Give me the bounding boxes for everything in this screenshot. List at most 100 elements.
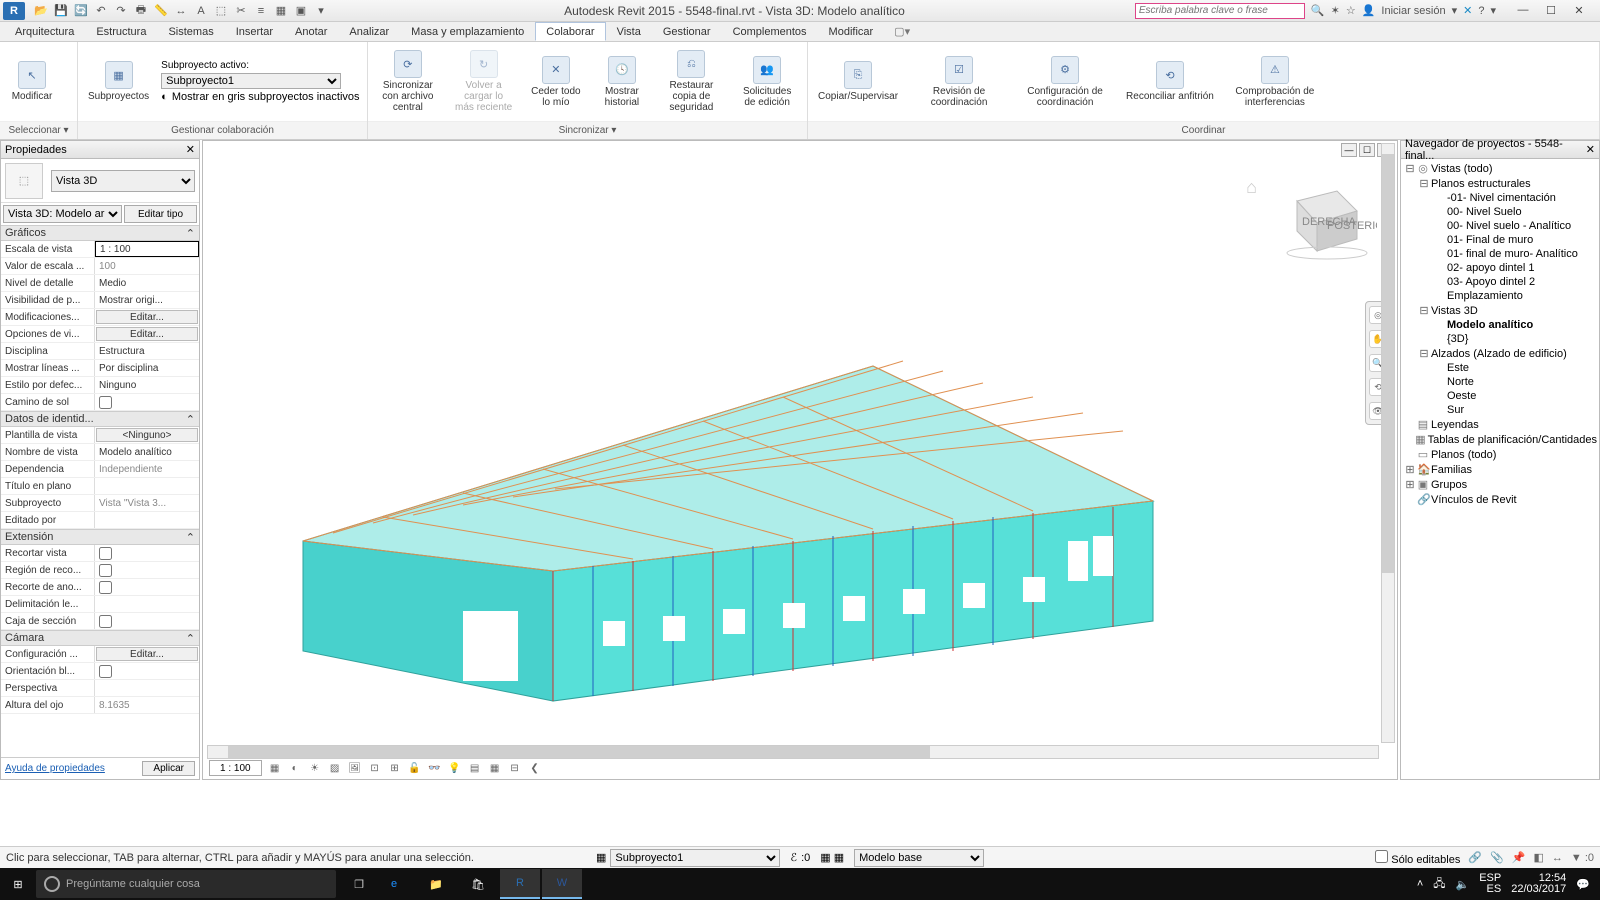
worksets-button[interactable]: ▦ Subproyectos <box>84 59 153 104</box>
tree-item[interactable]: -01- Nivel cimentación <box>1401 191 1599 205</box>
home-icon[interactable]: ⌂ <box>1246 177 1257 198</box>
node-alzados[interactable]: ⊟Alzados (Alzado de edificio) <box>1401 346 1599 361</box>
row-disciplina[interactable]: DisciplinaEstructura <box>1 343 199 360</box>
row-lineas[interactable]: Mostrar líneas ...Por disciplina <box>1 360 199 377</box>
filter-icon[interactable]: ▼ :0 <box>1571 852 1594 864</box>
constraints-icon[interactable]: ⊟ <box>508 761 522 775</box>
editable-only-check[interactable]: Sólo editables <box>1375 850 1460 866</box>
row-escala[interactable]: Escala de vista1 : 100 <box>1 241 199 258</box>
tab-masa[interactable]: Masa y emplazamiento <box>400 22 535 41</box>
switch-windows-icon[interactable]: ▣ <box>294 4 308 18</box>
crop-visible-icon[interactable]: ⊞ <box>388 761 402 775</box>
view-maximize-icon[interactable]: ☐ <box>1359 143 1375 157</box>
tab-sistemas[interactable]: Sistemas <box>157 22 224 41</box>
node-planos-estructurales[interactable]: ⊟Planos estructurales <box>1401 176 1599 191</box>
gray-inactive-button[interactable]: ◐Mostrar en gris subproyectos inactivos <box>161 91 359 103</box>
tab-analizar[interactable]: Analizar <box>338 22 400 41</box>
node-planos[interactable]: ▭Planos (todo) <box>1401 447 1599 462</box>
coord-review-button[interactable]: ☑Revisión de coordinación <box>910 54 1008 110</box>
sync-icon[interactable]: 🔄 <box>74 4 88 18</box>
view-cube[interactable]: DERECHA POSTERIOR <box>1257 171 1377 261</box>
instance-select[interactable]: Vista 3D: Modelo ar <box>3 205 122 223</box>
tree-item[interactable]: Oeste <box>1401 389 1599 403</box>
crop-region-checkbox[interactable] <box>99 564 112 577</box>
reveal-icon[interactable]: 💡 <box>448 761 462 775</box>
editing-requests-button[interactable]: 👥Solicitudes de edición <box>733 54 801 110</box>
tree-item[interactable]: 03- Apoyo dintel 2 <box>1401 275 1599 289</box>
design-option-select[interactable]: Modelo base <box>854 849 984 867</box>
tab-complementos[interactable]: Complementos <box>722 22 818 41</box>
help-icon[interactable]: ? <box>1478 5 1484 17</box>
signin-label[interactable]: Iniciar sesión <box>1381 5 1445 17</box>
app-logo[interactable]: R <box>3 2 25 20</box>
cortana-search[interactable]: Pregúntame cualquier cosa <box>36 870 336 898</box>
modify-button[interactable]: ↖ Modificar <box>6 59 58 104</box>
dimension-icon[interactable]: ↔ <box>174 4 188 18</box>
node-familias[interactable]: ⊞🏠Familias <box>1401 462 1599 477</box>
row-config-cam[interactable]: Configuración ...Editar... <box>1 646 199 663</box>
type-select[interactable]: Vista 3D <box>51 170 195 192</box>
print-icon[interactable]: 🖶 <box>134 4 148 18</box>
analytical-icon[interactable]: ▦ <box>488 761 502 775</box>
help-dropdown-icon[interactable]: ▾ <box>1490 4 1496 17</box>
app-explorer[interactable]: 📁 <box>416 869 456 899</box>
detail-level-icon[interactable]: ▦ <box>268 761 282 775</box>
start-button[interactable]: ⊞ <box>0 878 36 891</box>
row-plantilla[interactable]: Plantilla de vista<Ninguno> <box>1 427 199 444</box>
annotation-crop-checkbox[interactable] <box>99 581 112 594</box>
search-input[interactable] <box>1136 5 1304 16</box>
select-face-icon[interactable]: ◧ <box>1533 851 1543 864</box>
close-button[interactable]: ✕ <box>1572 4 1586 17</box>
node-vistas[interactable]: ⊟◎Vistas (todo) <box>1401 161 1599 176</box>
unlock-icon[interactable]: 🔓 <box>408 761 422 775</box>
edit-type-button[interactable]: Editar tipo <box>124 205 197 223</box>
section-box-checkbox[interactable] <box>99 615 112 628</box>
shadows-icon[interactable]: ▨ <box>328 761 342 775</box>
app-edge[interactable]: e <box>374 869 414 899</box>
maximize-button[interactable]: ☐ <box>1544 4 1558 17</box>
tray-clock[interactable]: 12:5422/03/2017 <box>1511 873 1566 895</box>
search-icon[interactable]: 🔍 <box>1311 4 1325 17</box>
tab-vista[interactable]: Vista <box>606 22 652 41</box>
browser-close-icon[interactable]: ✕ <box>1586 143 1595 156</box>
ribbon-toggle-icon[interactable]: ▢▾ <box>894 22 910 41</box>
measure-icon[interactable]: 📏 <box>154 4 168 18</box>
user-icon[interactable]: 👤 <box>1362 4 1376 17</box>
row-estilo[interactable]: Estilo por defec...Ninguno <box>1 377 199 394</box>
tree-item[interactable]: 01- Final de muro <box>1401 233 1599 247</box>
favorite-icon[interactable]: ☆ <box>1346 4 1356 17</box>
node-tablas[interactable]: ▦Tablas de planificación/Cantidades <box>1401 432 1599 447</box>
canvas-scrollbar-vertical[interactable] <box>1381 143 1395 743</box>
apply-button[interactable]: Aplicar <box>142 761 195 776</box>
view-scale[interactable]: 1 : 100 <box>209 760 262 776</box>
sun-path-icon[interactable]: ☀ <box>308 761 322 775</box>
qat-dropdown-icon[interactable]: ▾ <box>314 4 328 18</box>
row-opciones-vi[interactable]: Opciones de vi...Editar... <box>1 326 199 343</box>
tray-volume-icon[interactable]: 🔈 <box>1456 878 1470 891</box>
group-graficos[interactable]: Gráficos⌃ <box>1 225 199 241</box>
row-recortar[interactable]: Recortar vista <box>1 545 199 562</box>
restore-backup-button[interactable]: ⎌Restaurar copia de seguridad <box>658 48 726 115</box>
tree-item[interactable]: 00- Nivel Suelo <box>1401 205 1599 219</box>
workset-select[interactable]: Subproyecto1 <box>610 849 780 867</box>
tab-estructura[interactable]: Estructura <box>85 22 157 41</box>
save-icon[interactable]: 💾 <box>54 4 68 18</box>
tree-item[interactable]: Norte <box>1401 375 1599 389</box>
select-pinned-icon[interactable]: 📌 <box>1512 851 1526 864</box>
task-view-icon[interactable]: ❐ <box>344 878 374 891</box>
node-vinculos[interactable]: 🔗Vínculos de Revit <box>1401 492 1599 507</box>
tree-item[interactable]: Emplazamiento <box>1401 289 1599 303</box>
search-box[interactable] <box>1135 3 1305 19</box>
open-icon[interactable]: 📂 <box>34 4 48 18</box>
drawing-canvas[interactable]: — ☐ ✕ <box>202 140 1398 780</box>
crop-icon[interactable]: ⊡ <box>368 761 382 775</box>
tab-colaborar[interactable]: Colaborar <box>535 22 605 41</box>
copy-monitor-button[interactable]: ⎘Copiar/Supervisar <box>814 59 902 104</box>
row-modificaciones[interactable]: Modificaciones...Editar... <box>1 309 199 326</box>
section-icon[interactable]: ✂ <box>234 4 248 18</box>
properties-help-link[interactable]: Ayuda de propiedades <box>5 763 105 774</box>
panel-select-label[interactable]: Seleccionar ▾ <box>0 121 77 139</box>
row-titulo[interactable]: Título en plano <box>1 478 199 495</box>
node-grupos[interactable]: ⊞▣Grupos <box>1401 477 1599 492</box>
dropdown-icon[interactable]: ▾ <box>1452 4 1458 17</box>
